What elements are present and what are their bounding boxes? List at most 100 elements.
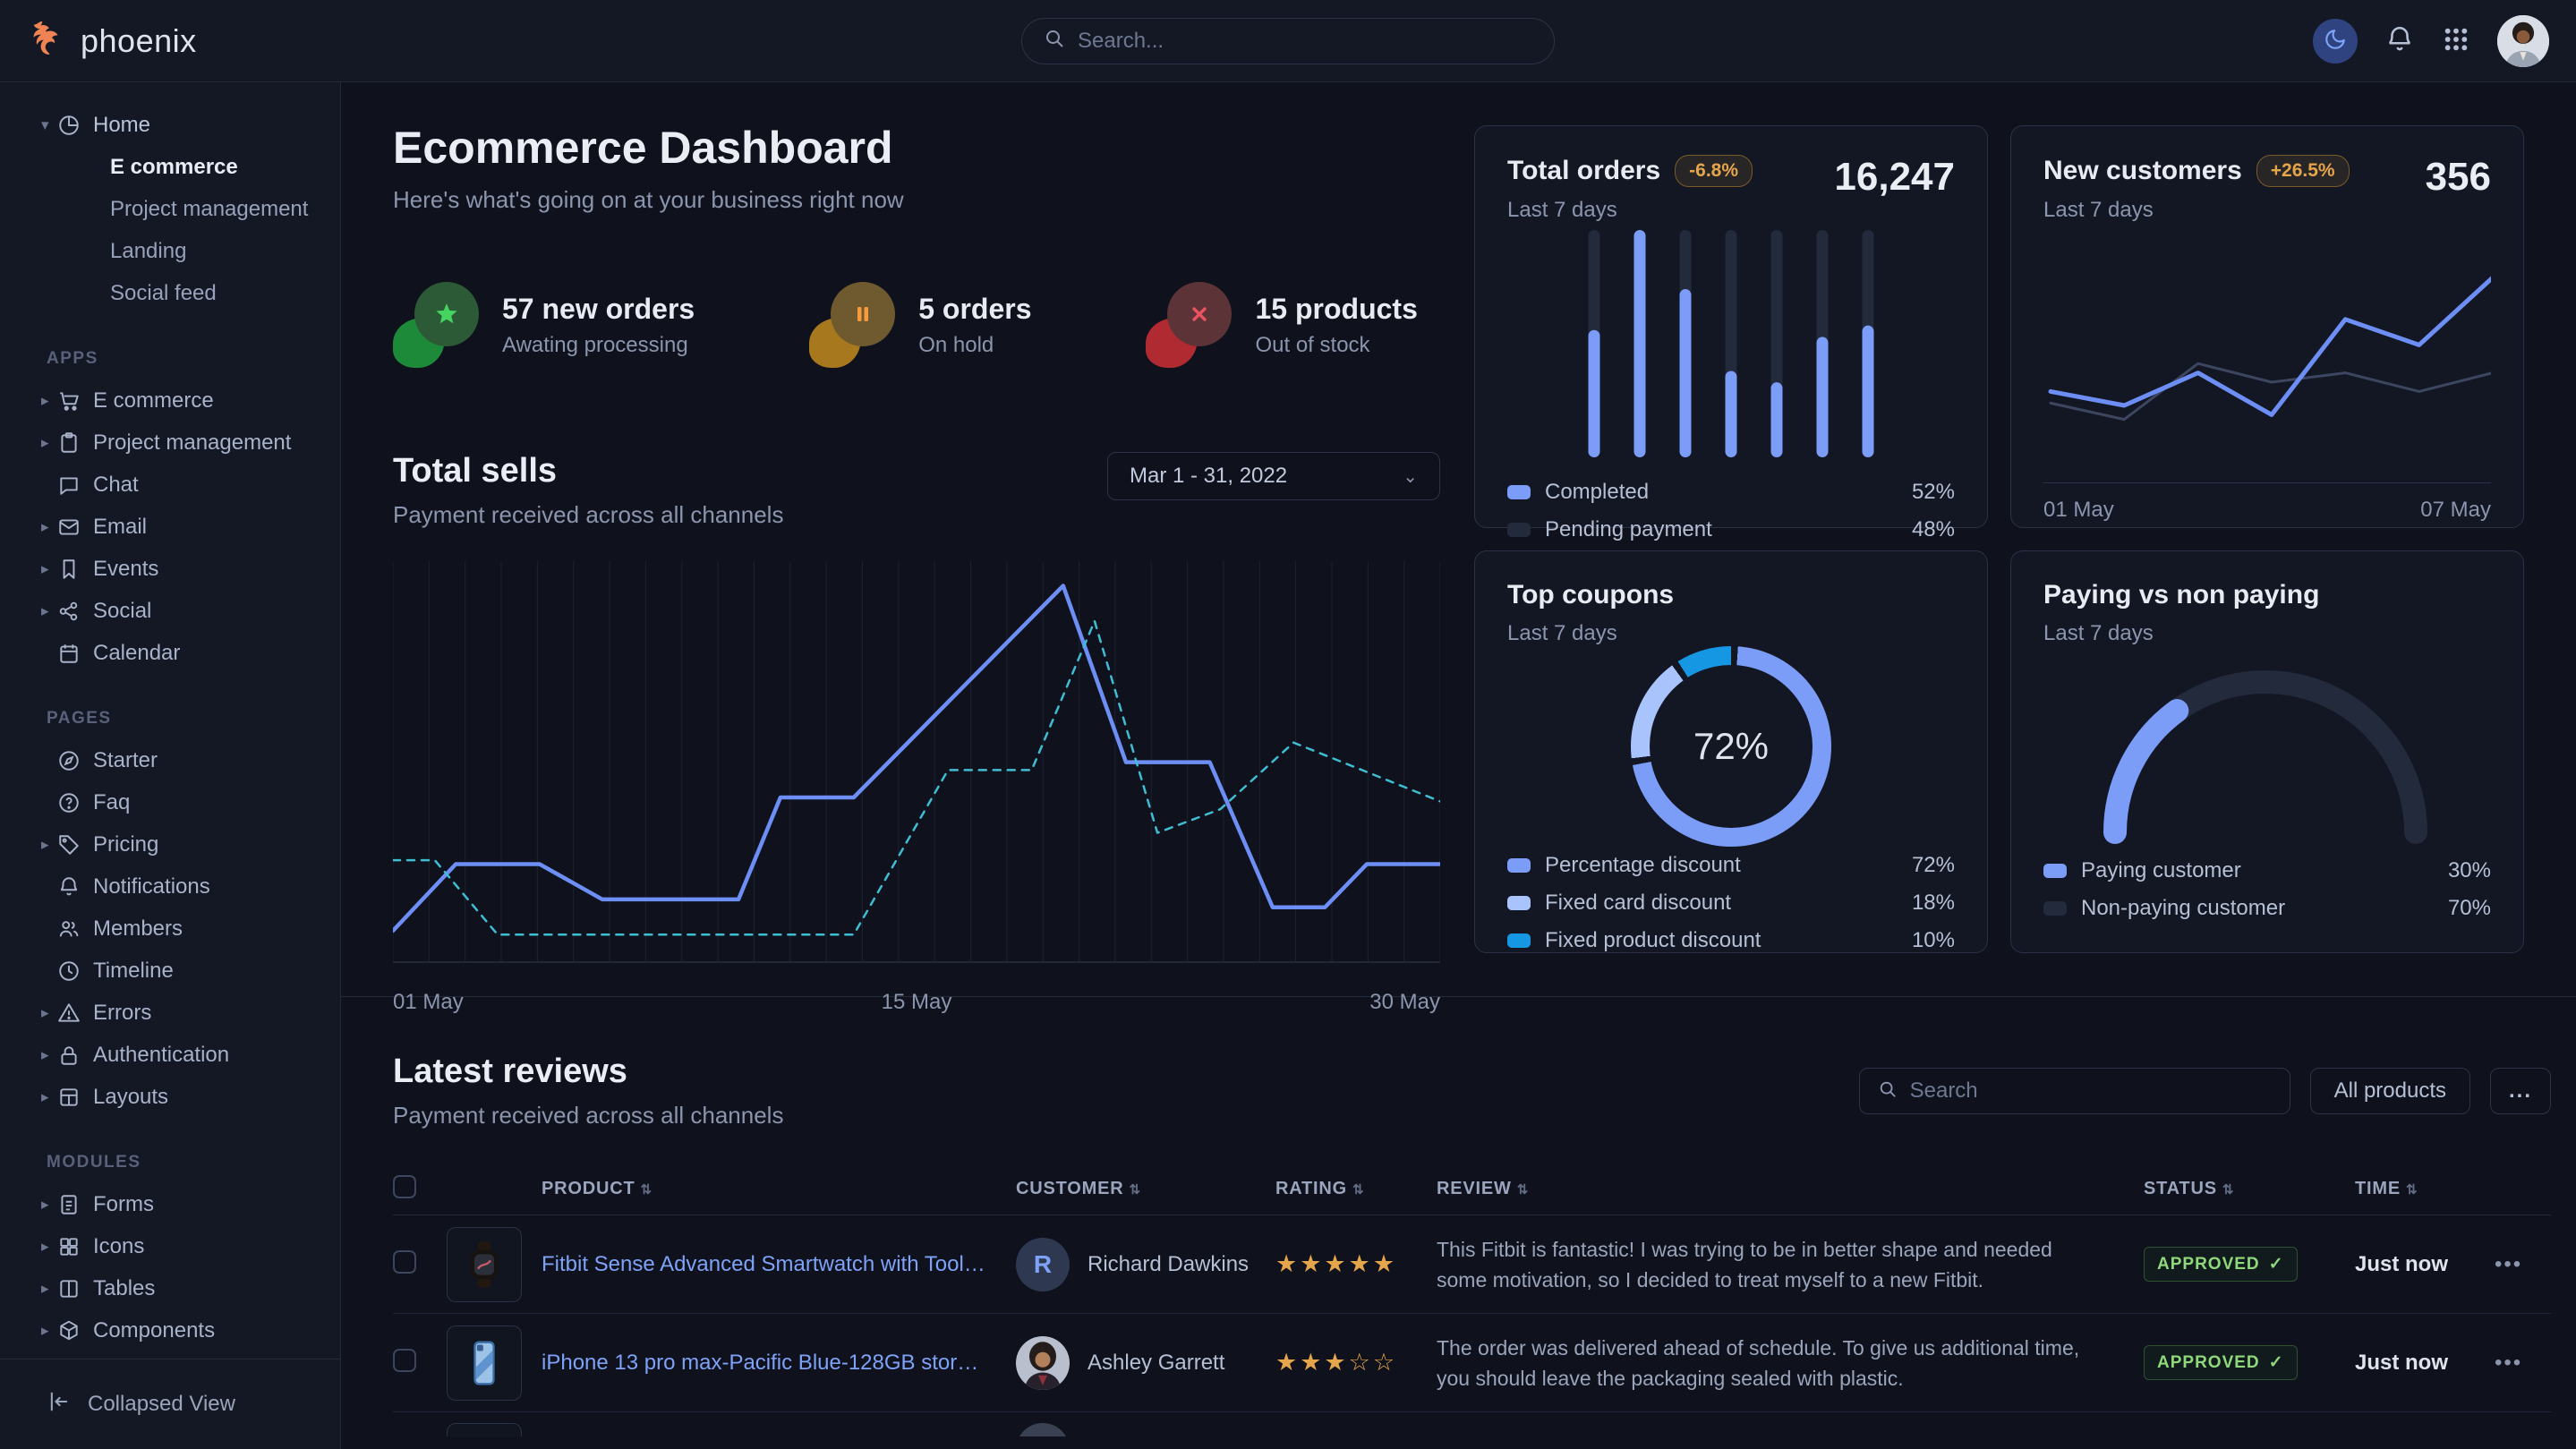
- column-header-product[interactable]: PRODUCT⇅: [542, 1179, 1016, 1199]
- column-header-status[interactable]: STATUS⇅: [2144, 1179, 2355, 1199]
- lock-icon: [57, 1044, 93, 1067]
- product-thumbnail-watch[interactable]: [447, 1227, 522, 1302]
- row-more-button[interactable]: •••: [2495, 1252, 2550, 1277]
- review-text: This Fitbit is fantastic! I was trying t…: [1437, 1234, 2144, 1295]
- notifications-button[interactable]: [2384, 24, 2415, 57]
- apps-grid-button[interactable]: [2442, 25, 2470, 56]
- sidebar-section-apps: APPS: [0, 337, 340, 379]
- collapse-left-icon: [47, 1389, 72, 1420]
- sidebar-item-chat[interactable]: Chat: [0, 464, 340, 506]
- sidebar-item-forms[interactable]: ▸ Forms: [0, 1183, 340, 1225]
- chevron-right-icon: ▸: [41, 392, 57, 410]
- dashboard-top-section: Ecommerce Dashboard Here's what's going …: [341, 82, 2576, 997]
- sidebar-item-layouts[interactable]: ▸ Layouts: [0, 1076, 340, 1118]
- product-link[interactable]: iPhone 13 pro max-Pacific Blue-128GB sto…: [542, 1351, 1016, 1376]
- reviews-search-input[interactable]: [1910, 1078, 2272, 1104]
- page-subtitle: Here's what's going on at your business …: [393, 186, 1440, 214]
- sort-icon: ⇅: [1352, 1182, 1364, 1198]
- collapse-sidebar-button[interactable]: Collapsed View: [0, 1359, 340, 1449]
- phoenix-flame-icon: [27, 18, 68, 64]
- sidebar-item-project-management-app[interactable]: ▸ Project management: [0, 422, 340, 464]
- donut-center-label: 72%: [1693, 725, 1769, 768]
- theme-toggle-button[interactable]: [2313, 19, 2358, 64]
- total-sells-chart-svg: [393, 561, 1440, 973]
- latest-reviews-subtitle: Payment received across all channels: [393, 1102, 783, 1129]
- legend-item: Pending payment 48%: [1507, 511, 1955, 549]
- row-checkbox[interactable]: [393, 1349, 416, 1372]
- sidebar-item-social[interactable]: ▸ Social: [0, 590, 340, 632]
- row-more-button[interactable]: •••: [2495, 1351, 2550, 1376]
- sidebar-item-tables[interactable]: ▸ Tables: [0, 1267, 340, 1309]
- brand-logo[interactable]: phoenix: [27, 18, 197, 64]
- sidebar-item-members[interactable]: Members: [0, 908, 340, 950]
- customer-avatar-photo: [1016, 1336, 1070, 1390]
- coupons-donut-chart: 72%: [1631, 646, 1831, 847]
- table-columns-icon: [57, 1277, 93, 1300]
- sidebar-item-timeline[interactable]: Timeline: [0, 950, 340, 992]
- chevron-right-icon: ▸: [41, 1280, 57, 1298]
- file-text-icon: [57, 1193, 93, 1216]
- moon-icon: [2324, 28, 2347, 54]
- user-avatar[interactable]: [2497, 15, 2549, 67]
- row-checkbox[interactable]: [393, 1250, 416, 1274]
- check-icon: ✓: [2269, 1352, 2284, 1373]
- sidebar-item-notifications[interactable]: Notifications: [0, 865, 340, 908]
- more-options-button[interactable]: ...: [2490, 1068, 2551, 1114]
- latest-reviews-section: Latest reviews Payment received across a…: [341, 997, 2576, 1449]
- table-row-partial: [393, 1412, 2551, 1436]
- column-header-customer[interactable]: CUSTOMER⇅: [1016, 1179, 1275, 1199]
- sidebar-item-ecommerce-app[interactable]: ▸ E commerce: [0, 379, 340, 422]
- column-header-rating[interactable]: RATING⇅: [1275, 1179, 1437, 1199]
- customer-cell: Ashley Garrett: [1016, 1336, 1275, 1390]
- compass-icon: [57, 749, 93, 772]
- product-link[interactable]: Fitbit Sense Advanced Smartwatch with To…: [542, 1252, 1016, 1277]
- sidebar-item-project-management-dashboard[interactable]: Project management: [0, 188, 340, 230]
- sidebar-item-pricing[interactable]: ▸ Pricing: [0, 823, 340, 865]
- product-thumbnail-phone[interactable]: [447, 1325, 522, 1401]
- search-input[interactable]: [1078, 29, 1532, 54]
- status-badge: APPROVED✓: [2144, 1247, 2298, 1282]
- chevron-right-icon: ▸: [41, 836, 57, 854]
- legend-item: Fixed card discount 18%: [1507, 884, 1955, 922]
- column-header-review[interactable]: REVIEW⇅: [1437, 1179, 2144, 1199]
- sidebar-item-starter[interactable]: Starter: [0, 739, 340, 781]
- rating-stars: ★★★☆☆: [1275, 1349, 1437, 1377]
- sidebar-item-ecommerce-dashboard[interactable]: E commerce: [0, 146, 340, 188]
- chevron-right-icon: ▸: [41, 1238, 57, 1256]
- sidebar-item-calendar[interactable]: Calendar: [0, 632, 340, 674]
- pause-icon: [831, 282, 895, 346]
- new-customers-value: 356: [2426, 155, 2491, 200]
- table-header: PRODUCT⇅ CUSTOMER⇅ RATING⇅ REVIEW⇅ STATU…: [393, 1163, 2551, 1215]
- total-orders-value: 16,247: [1834, 155, 1955, 200]
- chevron-right-icon: ▸: [41, 602, 57, 620]
- sidebar-item-components[interactable]: ▸ Components: [0, 1309, 340, 1351]
- all-products-filter-button[interactable]: All products: [2310, 1068, 2470, 1114]
- sidebar-item-social-feed[interactable]: Social feed: [0, 272, 340, 314]
- orders-bar-chart: [1565, 223, 1897, 473]
- column-header-time[interactable]: TIME⇅: [2355, 1179, 2495, 1199]
- total-sells-title: Total sells: [393, 452, 783, 490]
- sidebar-item-home[interactable]: ▾ Home: [0, 104, 340, 146]
- date-range-select[interactable]: Mar 1 - 31, 2022 ⌄: [1107, 452, 1440, 500]
- chevron-down-icon: ⌄: [1403, 465, 1418, 488]
- rating-stars: ★★★★★: [1275, 1250, 1437, 1278]
- sidebar-item-authentication[interactable]: ▸ Authentication: [0, 1034, 340, 1076]
- sidebar-item-icons[interactable]: ▸ Icons: [0, 1225, 340, 1267]
- legend-swatch: [1507, 858, 1531, 873]
- sidebar-item-events[interactable]: ▸ Events: [0, 548, 340, 590]
- star-icon: [414, 282, 479, 346]
- x-axis-label: 07 May: [2420, 498, 2491, 523]
- paying-gauge-chart: [2079, 649, 2455, 850]
- legend-swatch: [2043, 864, 2067, 878]
- share-nodes-icon: [57, 600, 93, 623]
- sidebar-item-faq[interactable]: Faq: [0, 781, 340, 823]
- legend-swatch: [2043, 901, 2067, 916]
- select-all-checkbox[interactable]: [393, 1175, 416, 1198]
- new-customers-card: New customers +26.5% Last 7 days 356 01 …: [2010, 125, 2524, 528]
- sidebar-item-email[interactable]: ▸ Email: [0, 506, 340, 548]
- bell-icon: [57, 875, 93, 899]
- reviews-search[interactable]: [1859, 1068, 2290, 1114]
- sidebar-item-landing[interactable]: Landing: [0, 230, 340, 272]
- sidebar-item-errors[interactable]: ▸ Errors: [0, 992, 340, 1034]
- global-search[interactable]: [1021, 18, 1555, 64]
